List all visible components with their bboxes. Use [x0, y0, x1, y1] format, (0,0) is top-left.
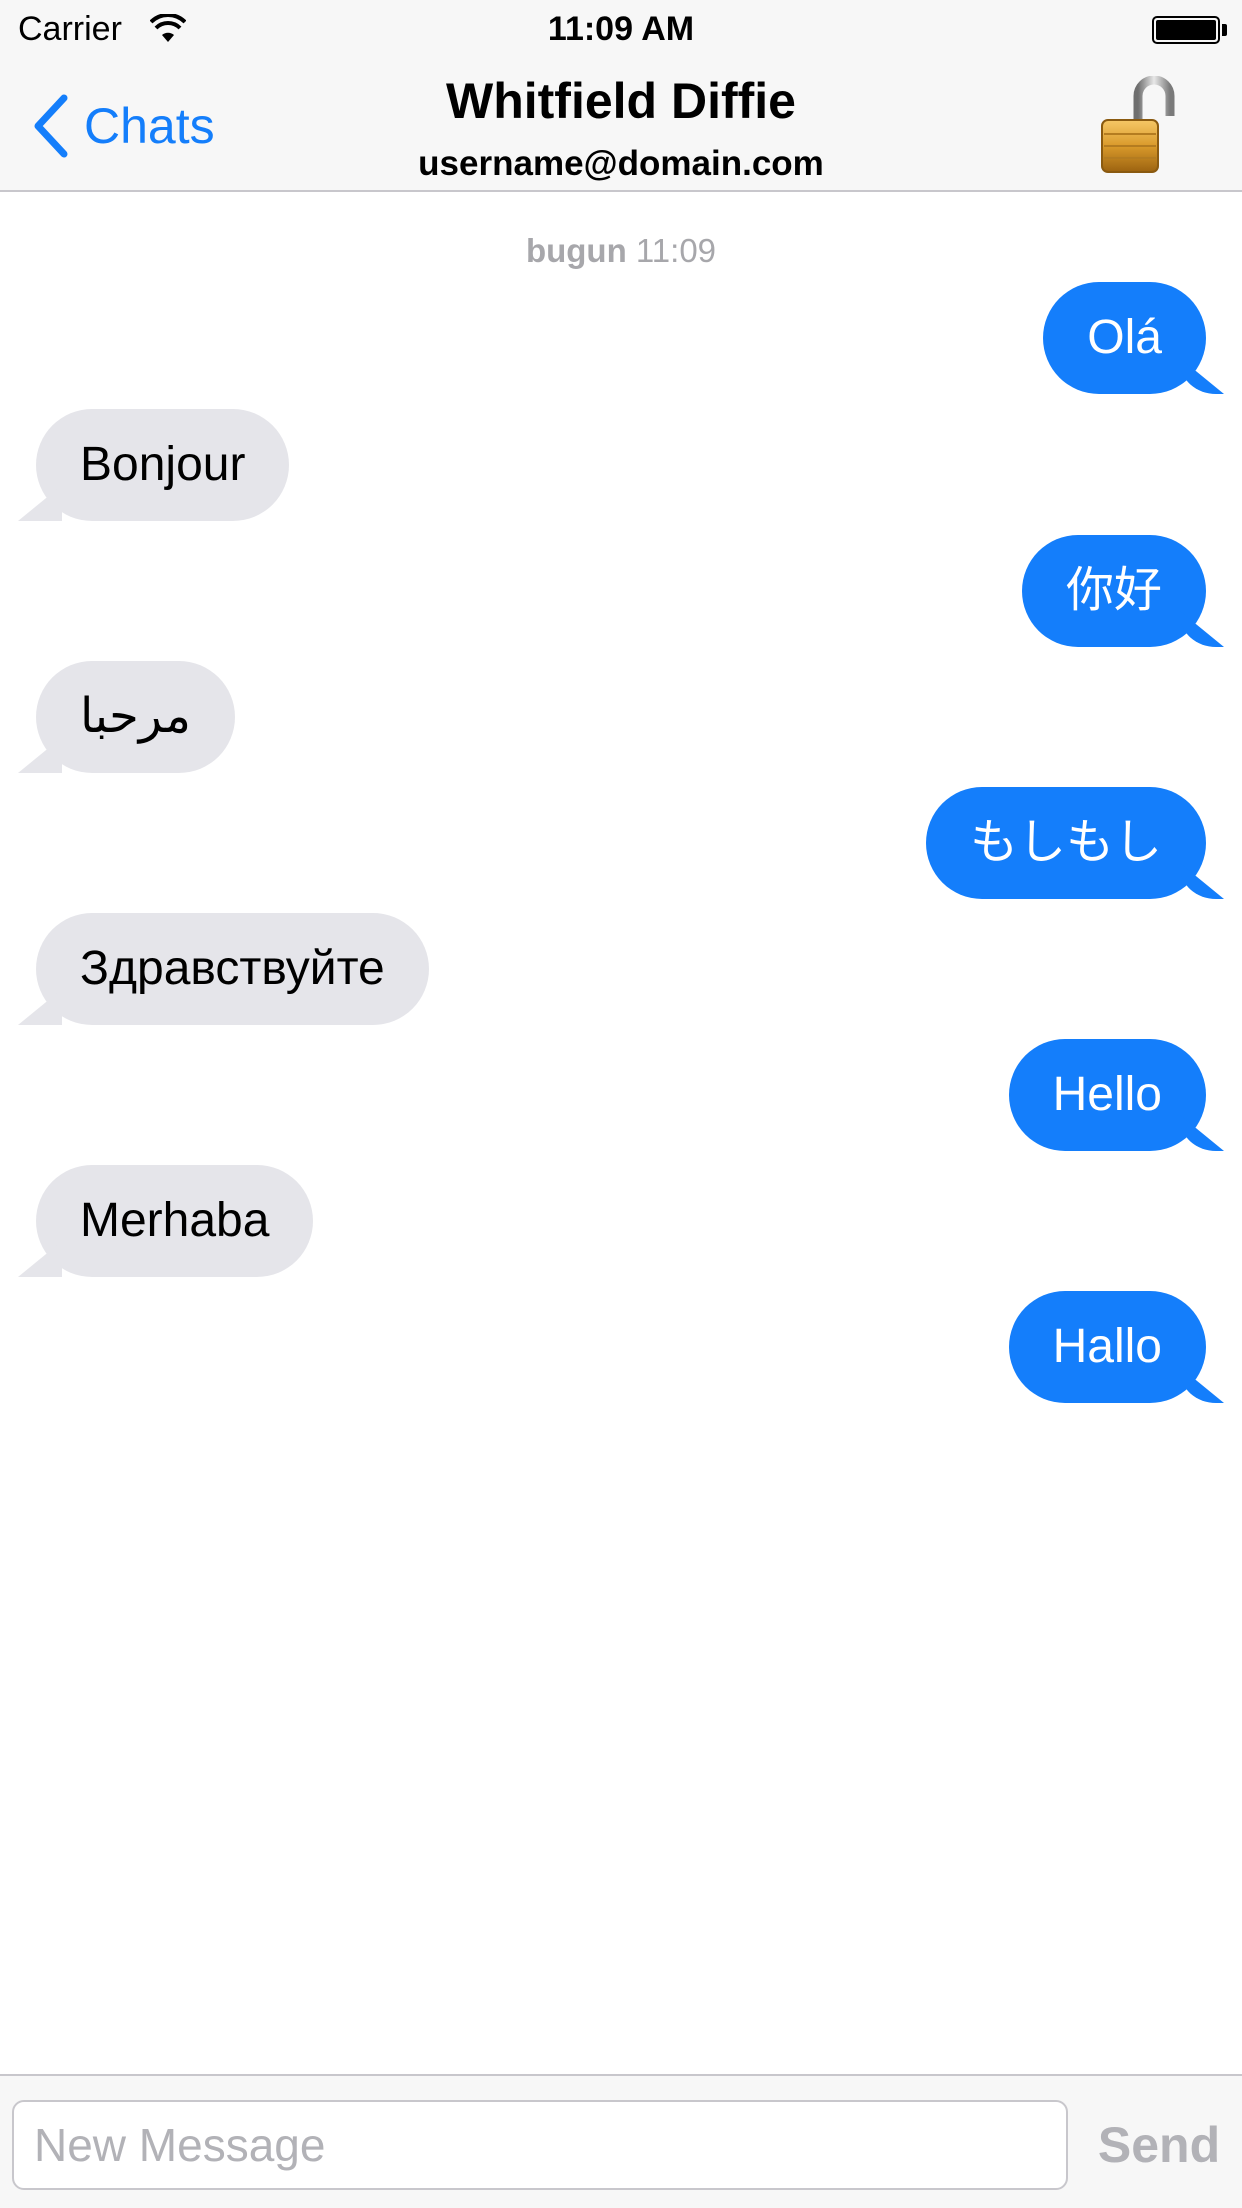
timestamp-day: bugun — [525, 232, 627, 269]
contact-name: Whitfield Diffie — [446, 73, 796, 129]
outgoing-message[interactable]: 你好 — [1021, 535, 1206, 647]
status-time: 11:09 AM — [547, 10, 695, 48]
timestamp-time: 11:09 — [635, 232, 717, 269]
battery-level — [1156, 20, 1216, 40]
outgoing-message[interactable]: Olá — [1043, 282, 1206, 394]
contact-address: username@domain.com — [418, 144, 824, 183]
chat-screen: Carrier 11:09 AM Chats Whitfield Diffie … — [0, 0, 1242, 2208]
incoming-message[interactable]: Bonjour — [36, 409, 290, 521]
status-bar: Carrier 11:09 AM — [0, 0, 1242, 60]
send-button[interactable]: Send — [1084, 2100, 1234, 2190]
incoming-message[interactable]: مرحبا — [36, 661, 235, 773]
navigation-bar: Chats Whitfield Diffie username@domain.c… — [0, 60, 1242, 192]
conversation-timestamp: bugun 11:09 — [0, 232, 1242, 270]
unlocked-padlock-icon[interactable] — [1094, 76, 1180, 176]
incoming-message[interactable]: Здравствуйте — [36, 913, 429, 1025]
message-list[interactable]: bugun 11:09 Olá Bonjour 你好 مرحبا もしもし Зд… — [0, 192, 1242, 2074]
message-input-bar: Send — [0, 2074, 1242, 2208]
message-input[interactable] — [12, 2100, 1068, 2190]
battery-tip — [1222, 24, 1227, 36]
outgoing-message[interactable]: もしもし — [925, 787, 1206, 899]
battery-icon — [1152, 16, 1220, 44]
incoming-message[interactable]: Merhaba — [36, 1165, 314, 1277]
outgoing-message[interactable]: Hello — [1008, 1039, 1206, 1151]
outgoing-message[interactable]: Hallo — [1008, 1291, 1206, 1403]
